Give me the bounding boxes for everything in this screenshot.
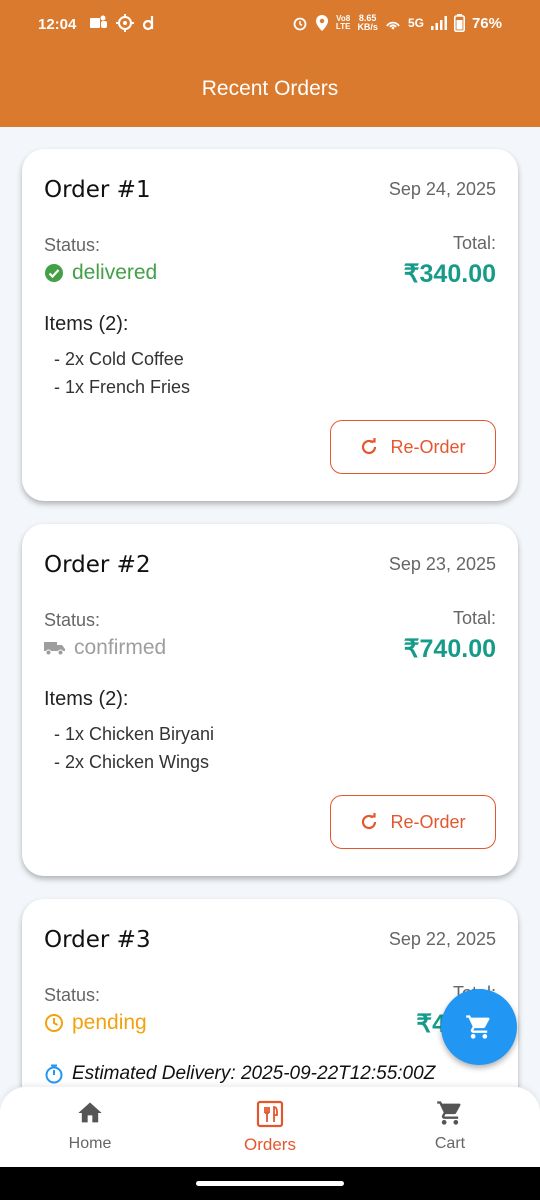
order-card: Order #1 Sep 24, 2025 Status: Total: del… xyxy=(22,149,518,501)
estimated-delivery-text: Estimated Delivery: 2025-09-22T12:55:00Z xyxy=(72,1063,436,1084)
items-list: - 1x Chicken Biryani - 2x Chicken Wings xyxy=(54,720,214,776)
order-title: Order #2 xyxy=(44,552,151,578)
net-speed: 8.65 KB/s xyxy=(357,13,378,32)
list-item: - 1x Chicken Biryani xyxy=(54,724,215,744)
status-right-icons: Vo8 LTE 8.65 KB/s 5G 76% xyxy=(292,14,502,32)
status-text: pending xyxy=(72,1011,147,1034)
page-title: Recent Orders xyxy=(201,77,339,100)
nav-label: Orders xyxy=(244,1135,296,1154)
cart-icon xyxy=(437,1101,461,1125)
nav-label: Cart xyxy=(434,1135,466,1152)
home-icon xyxy=(78,1102,102,1123)
list-item: - 2x Chicken Wings xyxy=(54,752,210,772)
battery-percent: 76% xyxy=(471,14,502,32)
status-left-icons xyxy=(90,14,156,32)
estimated-delivery: Estimated Delivery: 2025-09-22T12:55:00Z xyxy=(44,1063,435,1085)
order-date: Sep 23, 2025 xyxy=(388,554,496,574)
order-card: Order #2 Sep 23, 2025 Status: Total: con… xyxy=(22,524,518,876)
order-title: Order #3 xyxy=(44,927,151,953)
signal-icon xyxy=(430,16,447,30)
cart-icon xyxy=(466,1015,490,1039)
volte-indicator: Vo8 LTE xyxy=(335,14,351,31)
reorder-button[interactable]: Re-Order xyxy=(330,420,496,474)
nav-label: Home xyxy=(68,1135,112,1152)
nav-item-home[interactable]: Home xyxy=(30,1099,150,1153)
nav-item-orders[interactable]: Orders xyxy=(210,1099,330,1155)
order-status: delivered xyxy=(44,261,157,285)
network-type: 5G xyxy=(407,16,424,30)
nav-item-cart[interactable]: Cart xyxy=(390,1099,510,1153)
alarm-icon xyxy=(293,17,307,31)
status-bar: 12:04 Vo8 LTE 8.65 KB/s 5G 76% xyxy=(0,0,540,50)
items-list: - 2x Cold Coffee - 1x French Fries xyxy=(54,345,190,401)
order-card: Order #3 Sep 22, 2025 Status: Total: pen… xyxy=(22,899,518,1087)
refresh-icon xyxy=(362,813,377,830)
settings-icon xyxy=(116,14,134,32)
items-heading: Items (2): xyxy=(44,688,129,710)
list-item: - 1x French Fries xyxy=(54,377,191,397)
order-date: Sep 24, 2025 xyxy=(388,179,496,199)
cart-fab[interactable] xyxy=(441,989,517,1065)
app-d-icon xyxy=(142,16,154,31)
list-item: - 2x Cold Coffee xyxy=(54,349,184,369)
system-nav-bar xyxy=(0,1167,540,1200)
total-label: Total: xyxy=(452,608,496,628)
status-label: Status: xyxy=(44,610,101,630)
clock-icon xyxy=(45,1014,63,1032)
location-icon xyxy=(315,15,328,31)
order-status: confirmed xyxy=(44,636,166,660)
refresh-icon xyxy=(362,438,377,455)
order-status: pending xyxy=(44,1011,147,1035)
status-time: 12:04 xyxy=(38,16,77,33)
reorder-label: Re-Order xyxy=(390,811,466,832)
restaurant-menu-icon xyxy=(256,1100,284,1128)
hotspot-icon xyxy=(386,21,400,30)
orders-list[interactable]: Order #1 Sep 24, 2025 Status: Total: del… xyxy=(0,127,540,1087)
status-text: delivered xyxy=(72,261,158,284)
reorder-label: Re-Order xyxy=(390,436,466,457)
home-gesture-bar[interactable] xyxy=(196,1181,344,1186)
order-total: ₹740.00 xyxy=(403,635,496,663)
battery-icon xyxy=(453,14,465,32)
truck-icon xyxy=(44,642,65,656)
status-label: Status: xyxy=(44,985,101,1005)
reorder-button[interactable]: Re-Order xyxy=(330,795,496,849)
order-title: Order #1 xyxy=(44,177,151,203)
app-bar: Recent Orders xyxy=(0,50,540,127)
status-text: confirmed xyxy=(74,636,167,659)
check-circle-icon xyxy=(45,264,63,282)
order-date: Sep 22, 2025 xyxy=(388,929,496,949)
status-label: Status: xyxy=(44,235,101,255)
timer-icon xyxy=(45,1064,63,1084)
total-label: Total: xyxy=(452,233,496,253)
bottom-nav: Home Orders Cart xyxy=(0,1087,540,1167)
items-heading: Items (2): xyxy=(44,313,129,335)
order-total: ₹340.00 xyxy=(403,260,496,288)
teams-icon xyxy=(90,15,107,28)
